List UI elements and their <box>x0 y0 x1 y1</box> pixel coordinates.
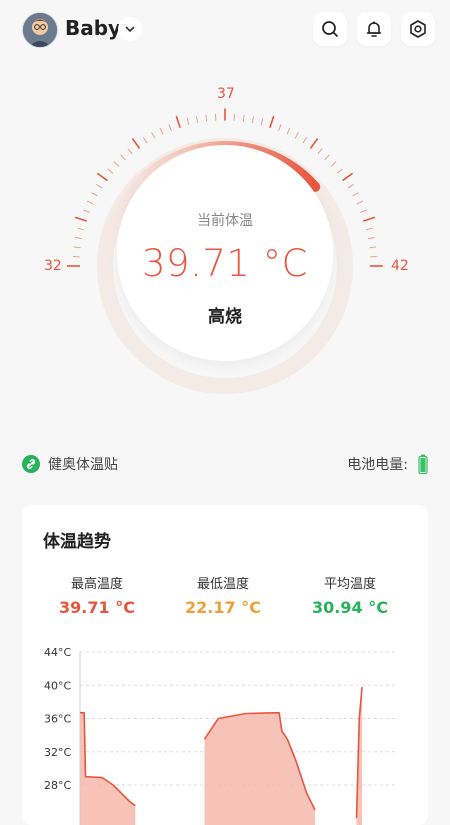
device-name: 健奥体温贴 <box>48 454 118 474</box>
gauge-tick <box>348 185 353 188</box>
current-temp-value: 39.71 °C <box>0 242 450 285</box>
gauge-tick <box>87 201 92 204</box>
series-area <box>80 713 135 825</box>
gauge-tick <box>206 115 207 121</box>
trend-card: 体温趋势 最高温度 39.71 °C 最低温度 22.17 °C 平均温度 30… <box>22 505 428 825</box>
y-tick-label: 44°C <box>44 646 71 659</box>
y-tick-label: 32°C <box>44 746 71 759</box>
gauge-tick <box>261 119 262 125</box>
y-tick-label: 36°C <box>44 713 71 726</box>
battery-status: 电池电量: <box>347 454 428 474</box>
battery-icon <box>418 454 428 474</box>
gauge-tick <box>337 169 342 173</box>
gauge-tick <box>133 139 139 148</box>
gauge-tick <box>169 125 171 131</box>
gauge-tick <box>152 133 155 138</box>
gauge-tick <box>187 119 188 125</box>
gauge-tick <box>279 125 281 131</box>
gauge-tick <box>121 155 125 159</box>
gauge-tick <box>197 117 198 123</box>
gauge-tick <box>318 149 322 154</box>
link-icon <box>22 455 40 473</box>
gauge-tick <box>325 155 329 159</box>
gauge-tick <box>368 238 374 239</box>
gauge-tick <box>331 162 335 166</box>
gauge-tick <box>303 138 306 143</box>
gauge-tick <box>343 174 352 180</box>
gauge-tick <box>92 193 97 196</box>
y-tick-label: 28°C <box>44 779 71 792</box>
gauge-tick <box>108 169 113 173</box>
gauge-tick <box>98 174 107 180</box>
gauge-tick <box>252 117 253 123</box>
gauge-tick <box>353 193 358 196</box>
gauge-tick <box>287 128 290 133</box>
gauge-tick <box>114 162 118 166</box>
battery-label: 电池电量: <box>347 454 408 474</box>
gauge-tick <box>176 117 179 127</box>
current-temp-label: 当前体温 <box>0 210 450 230</box>
gauge-tick <box>270 117 273 127</box>
device-info[interactable]: 健奥体温贴 <box>22 454 118 474</box>
gauge-tick <box>144 138 147 143</box>
gauge-tick <box>357 201 362 204</box>
gauge-tick <box>128 149 132 154</box>
gauge-tick <box>311 139 317 148</box>
gauge-tick <box>76 238 82 239</box>
scale-label-mid: 37 <box>217 86 235 102</box>
temperature-trend-chart: 44°C 40°C 36°C 32°C 28°C <box>22 505 428 825</box>
gauge-tick <box>243 115 244 121</box>
fever-status: 高烧 <box>0 302 450 327</box>
gauge-tick <box>160 128 163 133</box>
gauge-tick <box>295 133 298 138</box>
y-tick-label: 40°C <box>44 679 71 692</box>
gauge-tick <box>97 185 102 188</box>
